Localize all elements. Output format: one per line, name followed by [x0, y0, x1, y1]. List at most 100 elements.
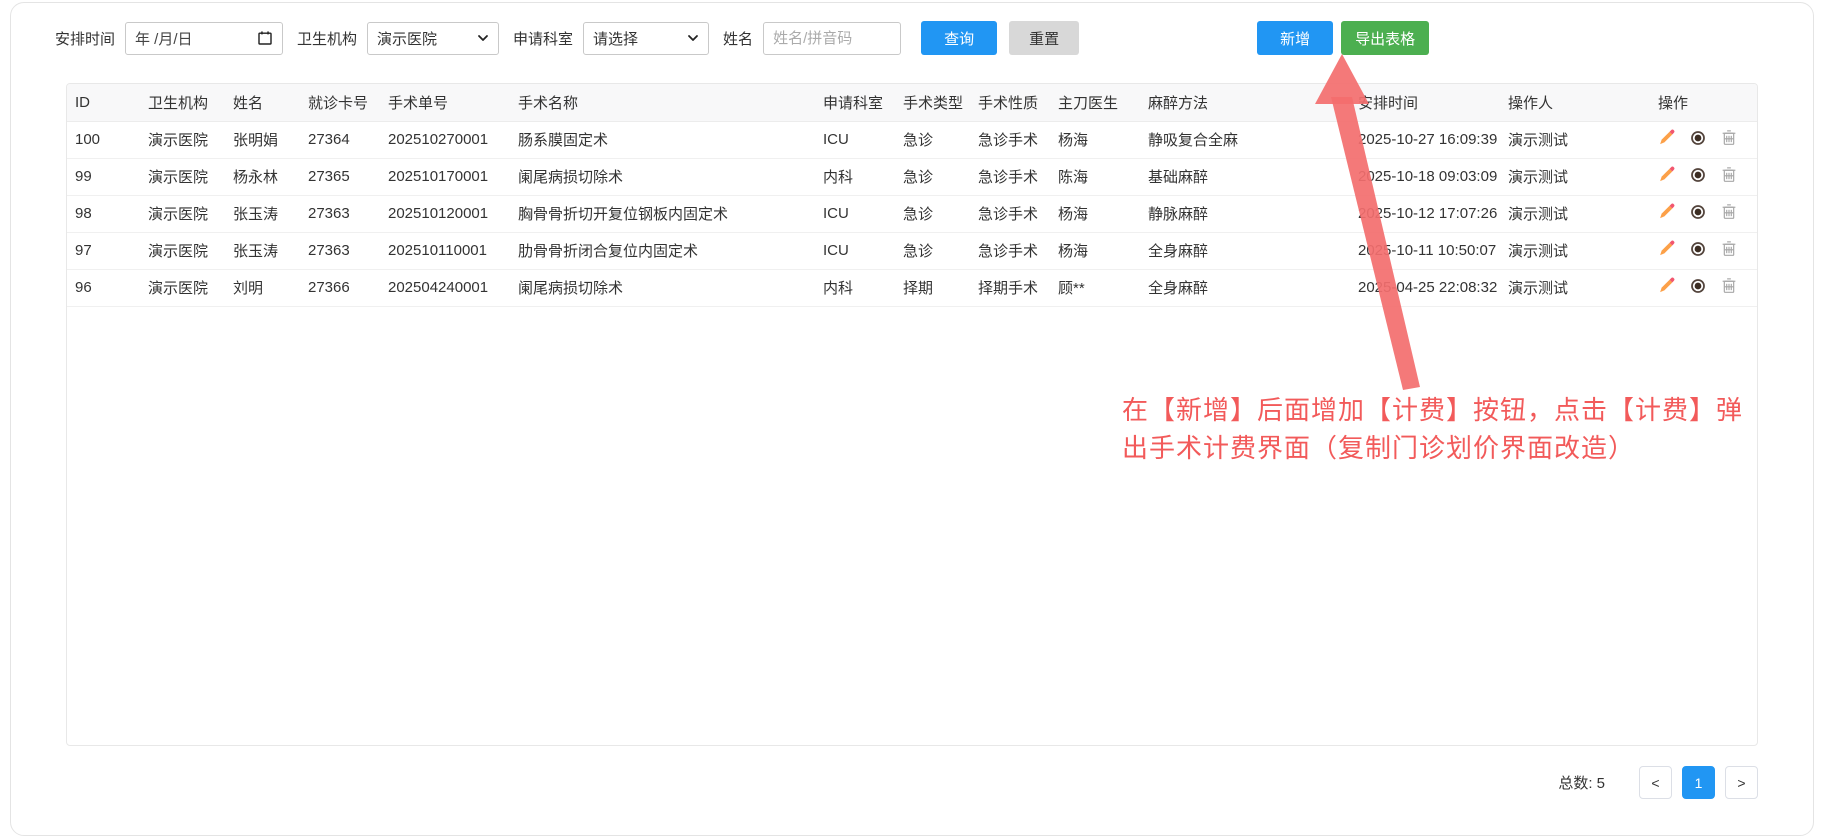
org-select[interactable]: 演示医院 — [367, 22, 499, 55]
table-header-row: ID 卫生机构 姓名 就诊卡号 手术单号 手术名称 申请科室 手术类型 手术性质… — [67, 84, 1757, 121]
total-label: 总数: — [1558, 775, 1592, 792]
cell-order: 202510120001 — [380, 195, 510, 232]
cell-card: 27365 — [300, 158, 380, 195]
calendar-icon[interactable] — [257, 30, 273, 46]
col-actions: 操作 — [1650, 84, 1757, 121]
pencil-icon[interactable] — [1658, 129, 1675, 150]
surgery-table: ID 卫生机构 姓名 就诊卡号 手术单号 手术名称 申请科室 手术类型 手术性质… — [67, 84, 1757, 307]
next-page-button[interactable]: > — [1725, 766, 1758, 799]
cell-order: 202510270001 — [380, 121, 510, 158]
trash-icon[interactable] — [1721, 166, 1737, 187]
cell-dept: ICU — [815, 195, 895, 232]
cell-time: 2025-04-25 22:08:32 — [1350, 269, 1500, 306]
col-type: 手术类型 — [895, 84, 970, 121]
col-id: ID — [67, 84, 140, 121]
surgery-table-card: ID 卫生机构 姓名 就诊卡号 手术单号 手术名称 申请科室 手术类型 手术性质… — [66, 83, 1758, 746]
pencil-icon[interactable] — [1658, 166, 1675, 187]
cell-type: 择期 — [895, 269, 970, 306]
col-operator: 操作人 — [1500, 84, 1650, 121]
org-label: 卫生机构 — [297, 28, 357, 49]
col-nature: 手术性质 — [970, 84, 1050, 121]
cell-nature: 急诊手术 — [970, 121, 1050, 158]
cell-time: 2025-10-11 10:50:07 — [1350, 232, 1500, 269]
cell-id: 100 — [67, 121, 140, 158]
cell-name: 杨永林 — [225, 158, 300, 195]
cell-id: 97 — [67, 232, 140, 269]
cell-actions — [1650, 158, 1757, 195]
pencil-icon[interactable] — [1658, 277, 1675, 298]
cell-surgery: 阑尾病损切除术 — [510, 269, 815, 306]
cell-doctor: 杨海 — [1050, 232, 1140, 269]
cell-operator: 演示测试 — [1500, 195, 1650, 232]
cell-actions — [1650, 121, 1757, 158]
cell-name: 张玉涛 — [225, 232, 300, 269]
cell-operator: 演示测试 — [1500, 232, 1650, 269]
cell-order: 202510110001 — [380, 232, 510, 269]
cell-doctor: 杨海 — [1050, 195, 1140, 232]
col-name: 姓名 — [225, 84, 300, 121]
eye-icon[interactable] — [1690, 204, 1706, 224]
cell-dept: 内科 — [815, 158, 895, 195]
cell-order: 202504240001 — [380, 269, 510, 306]
eye-icon[interactable] — [1690, 278, 1706, 298]
cell-name: 刘明 — [225, 269, 300, 306]
chevron-down-icon — [687, 32, 699, 44]
dept-select[interactable]: 请选择 — [583, 22, 709, 55]
cell-type: 急诊 — [895, 121, 970, 158]
prev-page-button[interactable]: < — [1639, 766, 1672, 799]
cell-anesthesia: 静吸复合全麻 — [1140, 121, 1350, 158]
col-dept: 申请科室 — [815, 84, 895, 121]
schedule-time-label: 安排时间 — [55, 28, 115, 49]
cell-org: 演示医院 — [140, 158, 225, 195]
cell-nature: 急诊手术 — [970, 232, 1050, 269]
schedule-date-input[interactable]: 年 /月/日 — [125, 22, 283, 55]
cell-card: 27363 — [300, 195, 380, 232]
cell-type: 急诊 — [895, 195, 970, 232]
col-org: 卫生机构 — [140, 84, 225, 121]
trash-icon[interactable] — [1721, 129, 1737, 150]
cell-actions — [1650, 195, 1757, 232]
query-button[interactable]: 查询 — [921, 21, 997, 55]
eye-icon[interactable] — [1690, 130, 1706, 150]
col-card: 就诊卡号 — [300, 84, 380, 121]
cell-dept: ICU — [815, 121, 895, 158]
cell-name: 张明娟 — [225, 121, 300, 158]
cell-id: 98 — [67, 195, 140, 232]
cell-actions — [1650, 232, 1757, 269]
col-order: 手术单号 — [380, 84, 510, 121]
pencil-icon[interactable] — [1658, 203, 1675, 224]
cell-id: 96 — [67, 269, 140, 306]
page-1-button[interactable]: 1 — [1682, 766, 1715, 799]
eye-icon[interactable] — [1690, 241, 1706, 261]
cell-id: 99 — [67, 158, 140, 195]
filter-bar: 安排时间 年 /月/日 卫生机构 演示医院 申请科室 请选择 姓名 查询 重置 … — [0, 0, 1824, 55]
dept-select-value: 请选择 — [593, 28, 638, 49]
cell-type: 急诊 — [895, 232, 970, 269]
add-button[interactable]: 新增 — [1257, 21, 1333, 55]
cell-operator: 演示测试 — [1500, 158, 1650, 195]
reset-button[interactable]: 重置 — [1009, 21, 1079, 55]
cell-doctor: 陈海 — [1050, 158, 1140, 195]
col-doctor: 主刀医生 — [1050, 84, 1140, 121]
trash-icon[interactable] — [1721, 277, 1737, 298]
table-row: 97演示医院张玉涛27363202510110001肋骨骨折闭合复位内固定术IC… — [67, 232, 1757, 269]
name-input[interactable] — [763, 22, 901, 55]
eye-icon[interactable] — [1690, 167, 1706, 187]
cell-anesthesia: 全身麻醉 — [1140, 232, 1350, 269]
cell-nature: 急诊手术 — [970, 158, 1050, 195]
export-button[interactable]: 导出表格 — [1341, 21, 1429, 55]
cell-actions — [1650, 269, 1757, 306]
name-label: 姓名 — [723, 28, 753, 49]
col-surgery: 手术名称 — [510, 84, 815, 121]
cell-operator: 演示测试 — [1500, 269, 1650, 306]
pencil-icon[interactable] — [1658, 240, 1675, 261]
cell-time: 2025-10-18 09:03:09 — [1350, 158, 1500, 195]
total-value: 5 — [1597, 775, 1605, 792]
cell-surgery: 肠系膜固定术 — [510, 121, 815, 158]
cell-name: 张玉涛 — [225, 195, 300, 232]
trash-icon[interactable] — [1721, 240, 1737, 261]
total-count: 总数: 5 — [1558, 772, 1605, 793]
cell-anesthesia: 全身麻醉 — [1140, 269, 1350, 306]
cell-surgery: 肋骨骨折闭合复位内固定术 — [510, 232, 815, 269]
trash-icon[interactable] — [1721, 203, 1737, 224]
